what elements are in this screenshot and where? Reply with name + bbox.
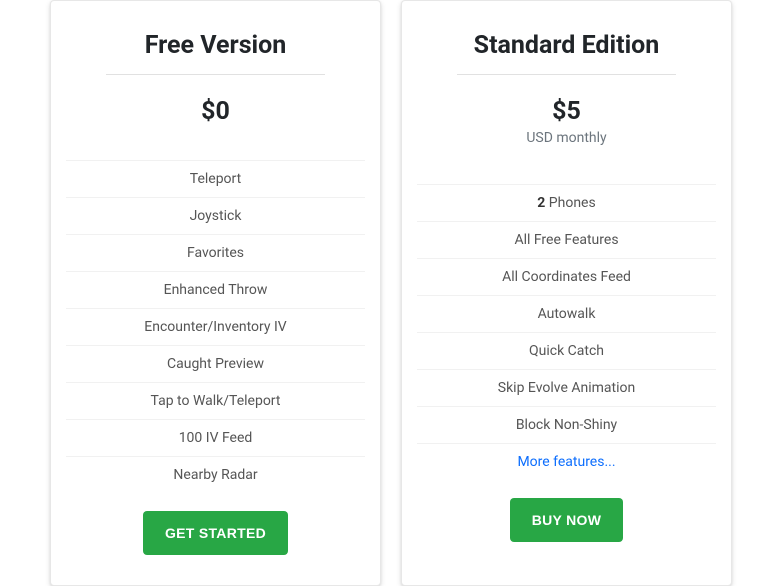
phones-label: Phones [545,195,595,211]
feature-item: Joystick [66,197,365,234]
feature-item: Quick Catch [417,332,716,369]
feature-item-phones: 2 Phones [417,184,716,221]
feature-item: 100 IV Feed [66,419,365,456]
feature-item: Nearby Radar [66,456,365,493]
feature-list-free: Teleport Joystick Favorites Enhanced Thr… [66,160,365,493]
plan-card-free: Free Version $0 Teleport Joystick Favori… [50,0,381,586]
pricing-container: Free Version $0 Teleport Joystick Favori… [0,0,782,586]
feature-item: Encounter/Inventory IV [66,308,365,345]
feature-item: Block Non-Shiny [417,406,716,443]
plan-price-sub: USD monthly [417,130,716,160]
feature-item: Teleport [66,160,365,197]
feature-item: Autowalk [417,295,716,332]
plan-title-standard: Standard Edition [457,31,676,75]
feature-item: All Coordinates Feed [417,258,716,295]
buy-now-button[interactable]: BUY NOW [510,498,624,542]
feature-item: All Free Features [417,221,716,258]
feature-list-standard: 2 Phones All Free Features All Coordinat… [417,184,716,443]
plan-price-free: $0 [66,97,365,126]
feature-item: Skip Evolve Animation [417,369,716,406]
feature-item: Enhanced Throw [66,271,365,308]
feature-item: Tap to Walk/Teleport [66,382,365,419]
plan-card-standard: Standard Edition $5 USD monthly 2 Phones… [401,0,732,586]
feature-item: Favorites [66,234,365,271]
plan-price-standard: $5 [417,97,716,126]
get-started-button[interactable]: GET STARTED [143,511,288,555]
more-features-link[interactable]: More features... [417,443,716,480]
feature-item: Caught Preview [66,345,365,382]
plan-title-free: Free Version [106,31,325,75]
